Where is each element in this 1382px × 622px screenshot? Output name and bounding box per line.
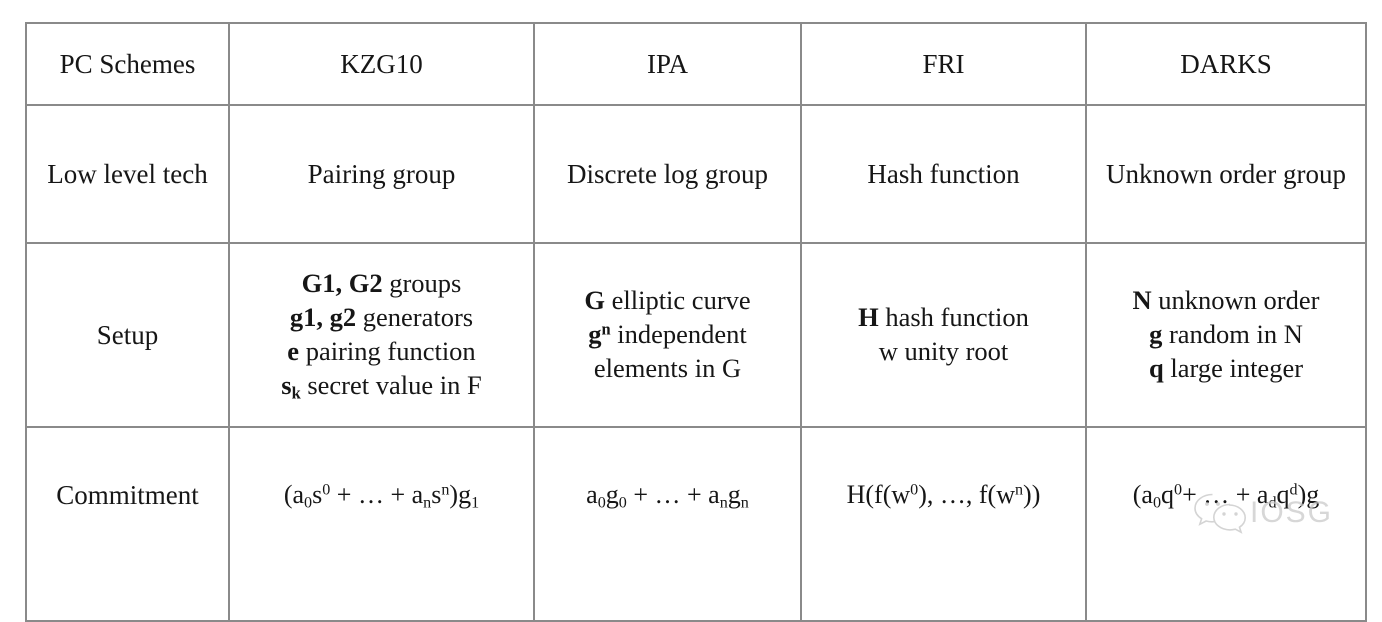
- exponent: 0: [910, 481, 919, 499]
- exponent: 0: [1174, 481, 1183, 499]
- column-header-ipa: IPA: [533, 22, 802, 106]
- subscript: 0: [597, 494, 606, 512]
- column-header-darks: DARKS: [1085, 22, 1367, 106]
- row-label-low-level-tech: Low level tech: [25, 104, 230, 244]
- table-row: Setup G1, G2 groups g1, g2 generators e pa…: [25, 242, 1367, 428]
- subscript: 0: [1152, 494, 1162, 512]
- setup-line: sk secret value in F: [281, 369, 482, 403]
- setup-line: q large integer: [1148, 352, 1304, 383]
- setup-line: w unity root: [878, 336, 1009, 366]
- subscript: n: [423, 494, 432, 512]
- cell-commitment-kzg10: (a0s0 + … + ansn)g1: [228, 426, 535, 622]
- setup-line: g1, g2 generators: [289, 302, 474, 333]
- setup-symbol: H: [858, 302, 879, 333]
- cell-setup-fri: H hash function w unity root: [800, 242, 1087, 428]
- setup-symbol: G: [584, 285, 605, 316]
- cell-commitment-fri: H(f(w0), …, f(wn)): [800, 426, 1087, 622]
- exponent: n: [441, 481, 450, 499]
- row-label-commitment: Commitment: [25, 426, 230, 622]
- table-row: Low level tech Pairing group Discrete lo…: [25, 104, 1367, 244]
- page-root: PC Schemes KZG10 IPA FRI DARKS Low level…: [0, 0, 1382, 622]
- subscript: d: [1268, 494, 1277, 512]
- setup-line: gn independent: [588, 319, 747, 350]
- subscript: n: [719, 494, 728, 512]
- setup-line: e pairing function: [287, 336, 476, 366]
- subscript: 0: [304, 494, 313, 512]
- setup-symbol: gn: [588, 319, 611, 350]
- column-header-fri: FRI: [800, 22, 1087, 106]
- cell-setup-ipa: G elliptic curve gn independent elements i…: [533, 242, 802, 428]
- setup-line: G elliptic curve: [584, 285, 751, 316]
- setup-line: N unknown order: [1132, 285, 1320, 316]
- exponent: d: [1289, 481, 1298, 499]
- cell-tech-ipa: Discrete log group: [533, 104, 802, 244]
- subscript: 0: [618, 494, 627, 512]
- row-label-setup: Setup: [25, 242, 230, 428]
- column-header-kzg10: KZG10: [228, 22, 535, 106]
- cell-commitment-darks: (a0q0+ … + adqd)g: [1085, 426, 1367, 622]
- table-header-row: PC Schemes KZG10 IPA FRI DARKS: [25, 22, 1367, 106]
- setup-symbol: N: [1132, 285, 1152, 316]
- cell-setup-darks: N unknown order g random in Nq large inte…: [1085, 242, 1367, 428]
- setup-symbol: g: [1149, 319, 1163, 350]
- setup-symbol: G1, G2: [301, 268, 383, 299]
- subscript: 1: [471, 494, 480, 512]
- pc-schemes-table: PC Schemes KZG10 IPA FRI DARKS Low level…: [25, 22, 1367, 622]
- setup-line: elements in G: [593, 352, 742, 383]
- cell-setup-kzg10: G1, G2 groups g1, g2 generators e pairing …: [228, 242, 535, 428]
- exponent: n: [1014, 481, 1024, 499]
- setup-line: G1, G2 groups: [301, 268, 462, 299]
- cell-tech-kzg10: Pairing group: [228, 104, 535, 244]
- subscript: n: [740, 494, 749, 512]
- column-header-pc-schemes: PC Schemes: [25, 22, 230, 106]
- cell-commitment-ipa: a0g0 + … + angn: [533, 426, 802, 622]
- cell-tech-darks: Unknown order group: [1085, 104, 1367, 244]
- cell-tech-fri: Hash function: [800, 104, 1087, 244]
- setup-symbol: sk: [281, 369, 301, 403]
- setup-line: H hash function: [858, 302, 1029, 333]
- setup-symbol: q: [1148, 352, 1164, 383]
- table-row: Commitment (a0s0 + … + ansn)g1 a0g0 + … …: [25, 426, 1367, 622]
- setup-line: g random in N: [1149, 319, 1303, 350]
- exponent: 0: [322, 481, 331, 499]
- setup-symbol: g1, g2: [289, 302, 357, 333]
- pc-schemes-table-wrapper: PC Schemes KZG10 IPA FRI DARKS Low level…: [25, 22, 1367, 622]
- setup-symbol: e: [287, 336, 300, 366]
